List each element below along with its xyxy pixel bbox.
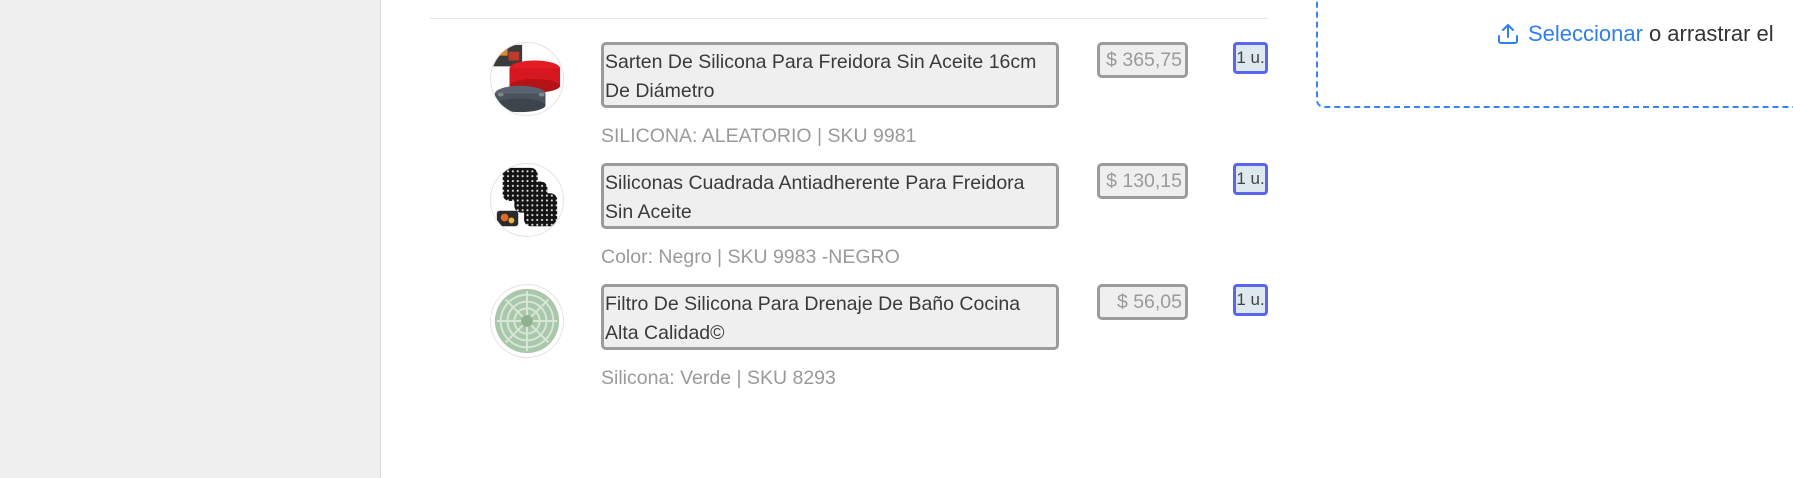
product-title-field[interactable]: Sarten De Silicona Para Freidora Sin Ace… — [601, 42, 1059, 108]
product-variant: Silicona: Verde | SKU 8293 — [601, 367, 836, 389]
product-item: Sarten De Silicona Para Freidora Sin Ace… — [490, 42, 1270, 162]
product-item: Filtro De Silicona Para Drenaje De Baño … — [490, 284, 1270, 404]
left-panel — [0, 0, 381, 478]
product-price-field[interactable]: $ 130,15 — [1097, 163, 1188, 199]
drag-hint-text: o arrastrar el — [1648, 21, 1774, 46]
select-file-link[interactable]: Seleccionar — [1528, 21, 1643, 47]
square-silicone-mats-image — [496, 167, 558, 227]
product-quantity-field[interactable]: 1 u. — [1233, 284, 1268, 316]
product-item: Siliconas Cuadrada Antiadherente Para Fr… — [490, 163, 1270, 283]
upload-icon[interactable] — [1496, 22, 1520, 46]
product-thumbnail — [490, 42, 564, 116]
top-divider — [430, 18, 1268, 19]
product-quantity-field[interactable]: 1 u. — [1233, 42, 1268, 74]
green-drain-filter-image — [494, 288, 560, 354]
product-price-field[interactable]: $ 365,75 — [1097, 42, 1188, 78]
silicone-pan-image — [492, 44, 561, 113]
product-price-field[interactable]: $ 56,05 — [1097, 284, 1188, 320]
product-variant: Color: Negro | SKU 9983 -NEGRO — [601, 246, 900, 268]
product-quantity-field[interactable]: 1 u. — [1233, 163, 1268, 195]
upload-dropzone[interactable] — [1316, 0, 1793, 108]
product-title-field[interactable]: Siliconas Cuadrada Antiadherente Para Fr… — [601, 163, 1059, 229]
upload-prompt: Seleccionar o arrastrar el — [1496, 21, 1774, 47]
product-thumbnail — [490, 163, 564, 237]
product-thumbnail — [490, 284, 564, 358]
product-variant: SILICONA: ALEATORIO | SKU 9981 — [601, 125, 917, 147]
product-title-field[interactable]: Filtro De Silicona Para Drenaje De Baño … — [601, 284, 1059, 350]
